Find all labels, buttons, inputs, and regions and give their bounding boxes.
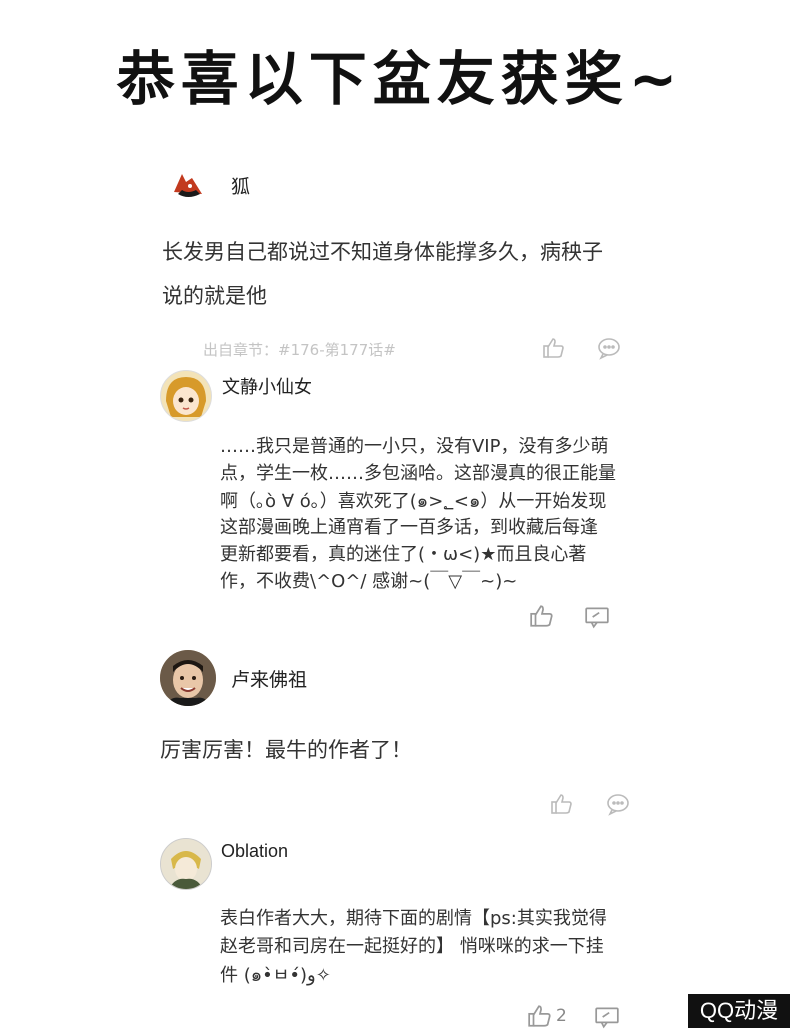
comment-icon[interactable] xyxy=(597,336,621,364)
chapter-link[interactable]: 出自章节：#176-第177话# xyxy=(203,339,396,360)
comment-text-line: 厉害厉害！最牛的作者了！ xyxy=(160,738,412,762)
username[interactable]: 文静小仙女 xyxy=(222,373,312,399)
comment-text-line: 更新都要看，真的迷住了(・ω<)★而且良心著 xyxy=(220,544,587,565)
username[interactable]: 狐 xyxy=(231,172,250,199)
page-title: 恭喜以下盆友获奖~ xyxy=(116,45,684,113)
comment-text-line: 长发男自己都说过不知道身体能撑多久，病秧子 xyxy=(162,240,603,264)
comment-text-line: 说的就是他 xyxy=(162,284,267,308)
like-icon[interactable] xyxy=(550,792,574,820)
illustrated-avatar-icon xyxy=(161,839,211,889)
watermark: QQ动漫 xyxy=(688,994,790,1028)
avatar[interactable] xyxy=(168,164,208,204)
comment-text-line: 这部漫画晚上通宵看了一百多话，到收藏后每逢 xyxy=(220,517,598,538)
username[interactable]: 卢来佛祖 xyxy=(231,665,307,692)
comment-text-line: 啊（｡ò ∀ ó｡）喜欢死了(๑>؂<๑）从一开始发现 xyxy=(220,491,607,512)
like-icon[interactable] xyxy=(527,1003,553,1033)
fox-avatar-icon xyxy=(174,174,202,197)
reply-icon[interactable] xyxy=(584,604,610,634)
comment-text-line: 赵老哥和司房在一起挺好的】 悄咪咪的求一下挂 xyxy=(220,936,604,957)
avatar[interactable] xyxy=(160,650,216,706)
man-avatar-icon xyxy=(160,650,216,706)
like-count: 2 xyxy=(556,1006,567,1026)
username[interactable]: Oblation xyxy=(221,841,288,862)
comment-text-line: ……我只是普通的一小只，没有VIP，没有多少萌 xyxy=(220,436,609,457)
reply-icon[interactable] xyxy=(594,1004,620,1034)
comment-icon[interactable] xyxy=(606,792,630,820)
anime-girl-avatar-icon xyxy=(166,377,206,417)
comment-text-line: 点，学生一枚……多包涵哈。这部漫真的很正能量 xyxy=(220,463,616,484)
avatar[interactable] xyxy=(160,838,212,890)
like-icon[interactable] xyxy=(542,336,566,364)
avatar[interactable] xyxy=(160,370,212,422)
comment-text-line: 件 (๑•̀ㅂ•́)و✧ xyxy=(220,965,331,986)
like-icon[interactable] xyxy=(529,603,555,633)
comment-text-line: 表白作者大大，期待下面的剧情【ps:其实我觉得 xyxy=(220,908,607,929)
comment-text-line: 作，不收费\^O^/ 感谢~(￣▽￣~)~ xyxy=(220,571,518,592)
